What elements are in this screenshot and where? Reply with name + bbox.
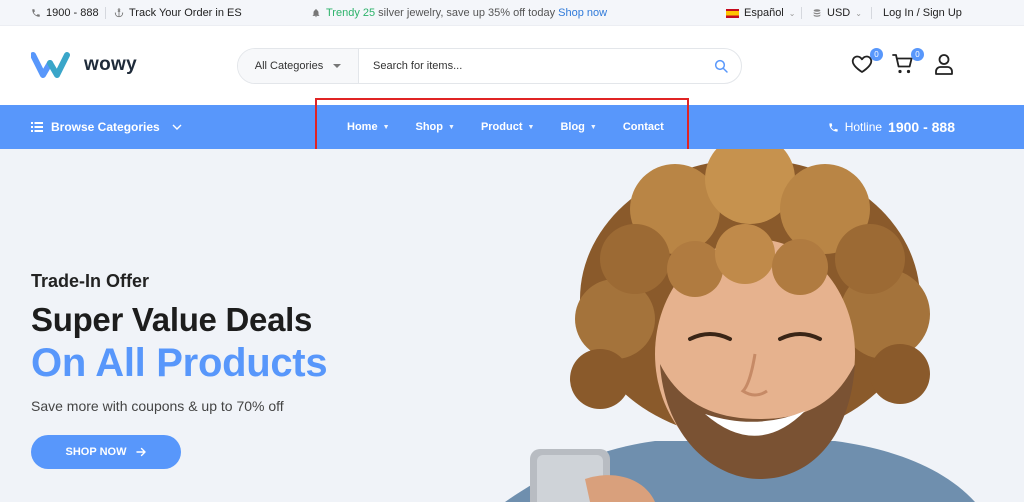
category-select[interactable]: All Categories (238, 49, 359, 83)
shop-now-label: SHOP NOW (65, 446, 127, 458)
hero-subtitle: Save more with coupons & up to 70% off (31, 398, 284, 414)
anchor-icon (114, 8, 124, 18)
hotline[interactable]: Hotline 1900 - 888 (828, 105, 955, 149)
currency-select[interactable]: USD ⌄ (812, 0, 862, 26)
cart-button[interactable]: 0 (891, 48, 924, 78)
logo-text: wowy (84, 54, 137, 75)
user-icon (935, 54, 953, 75)
coins-icon (813, 9, 821, 17)
chevron-down-icon: ⌄ (788, 8, 796, 18)
list-icon (31, 122, 43, 132)
search-icon (714, 59, 728, 73)
arrow-right-icon (136, 447, 147, 457)
account-button[interactable] (932, 52, 958, 78)
login-signup-text: Log In / Sign Up (883, 7, 962, 19)
menu-highlight-box (315, 98, 689, 156)
language-select[interactable]: Español ⌄ (726, 0, 795, 26)
track-order-link[interactable]: Track Your Order in ES (114, 0, 242, 26)
promo-banner: Trendy 25 silver jewelry, save up 35% of… (311, 0, 607, 26)
browse-categories-button[interactable]: Browse Categories (31, 105, 182, 149)
promo-shop-now-link[interactable]: Shop now (558, 7, 607, 19)
hero-banner: Trade-In Offer Super Value Deals On All … (0, 149, 1024, 502)
topbar-phone[interactable]: 1900 - 888 (31, 0, 99, 26)
divider (801, 7, 802, 19)
phone-icon (32, 9, 40, 17)
cart-count-badge: 0 (911, 48, 924, 61)
search-button[interactable] (701, 49, 741, 83)
chevron-down-icon: ⌄ (855, 8, 862, 18)
browse-categories-label: Browse Categories (51, 120, 160, 134)
phone-icon (829, 122, 838, 132)
hero-kicker: Trade-In Offer (31, 271, 150, 291)
chevron-down-icon (172, 124, 182, 130)
wishlist-count-badge: 0 (870, 48, 883, 61)
search-input[interactable] (359, 49, 701, 83)
hero-title-accent: On All Products (31, 341, 328, 385)
topbar-phone-text: 1900 - 888 (46, 7, 99, 19)
hotline-label: Hotline (844, 120, 883, 134)
site-header: wowy All Categories 0 0 (0, 26, 1024, 105)
shop-now-button[interactable]: SHOP NOW (31, 435, 181, 469)
language-label: Español (744, 7, 784, 19)
spain-flag-icon (726, 8, 739, 18)
top-bar: 1900 - 888 Track Your Order in ES Trendy… (0, 0, 1024, 26)
divider (105, 7, 106, 19)
category-select-label: All Categories (254, 60, 324, 72)
wishlist-button[interactable]: 0 (850, 48, 883, 78)
logo[interactable]: wowy (31, 51, 137, 79)
promo-text: silver jewelry, save up 35% off today (375, 7, 559, 19)
promo-highlight: Trendy 25 (326, 7, 376, 19)
logo-mark-icon (31, 52, 70, 78)
divider (871, 7, 872, 19)
login-signup-link[interactable]: Log In / Sign Up (883, 0, 962, 26)
bell-icon (312, 9, 320, 18)
hero-model-image (505, 149, 975, 502)
hero-title: Super Value Deals (31, 301, 313, 338)
currency-label: USD (827, 7, 851, 19)
track-order-text: Track Your Order in ES (129, 7, 242, 19)
caret-down-icon (333, 64, 342, 68)
hotline-number: 1900 - 888 (888, 119, 955, 135)
search-bar: All Categories (237, 48, 742, 84)
